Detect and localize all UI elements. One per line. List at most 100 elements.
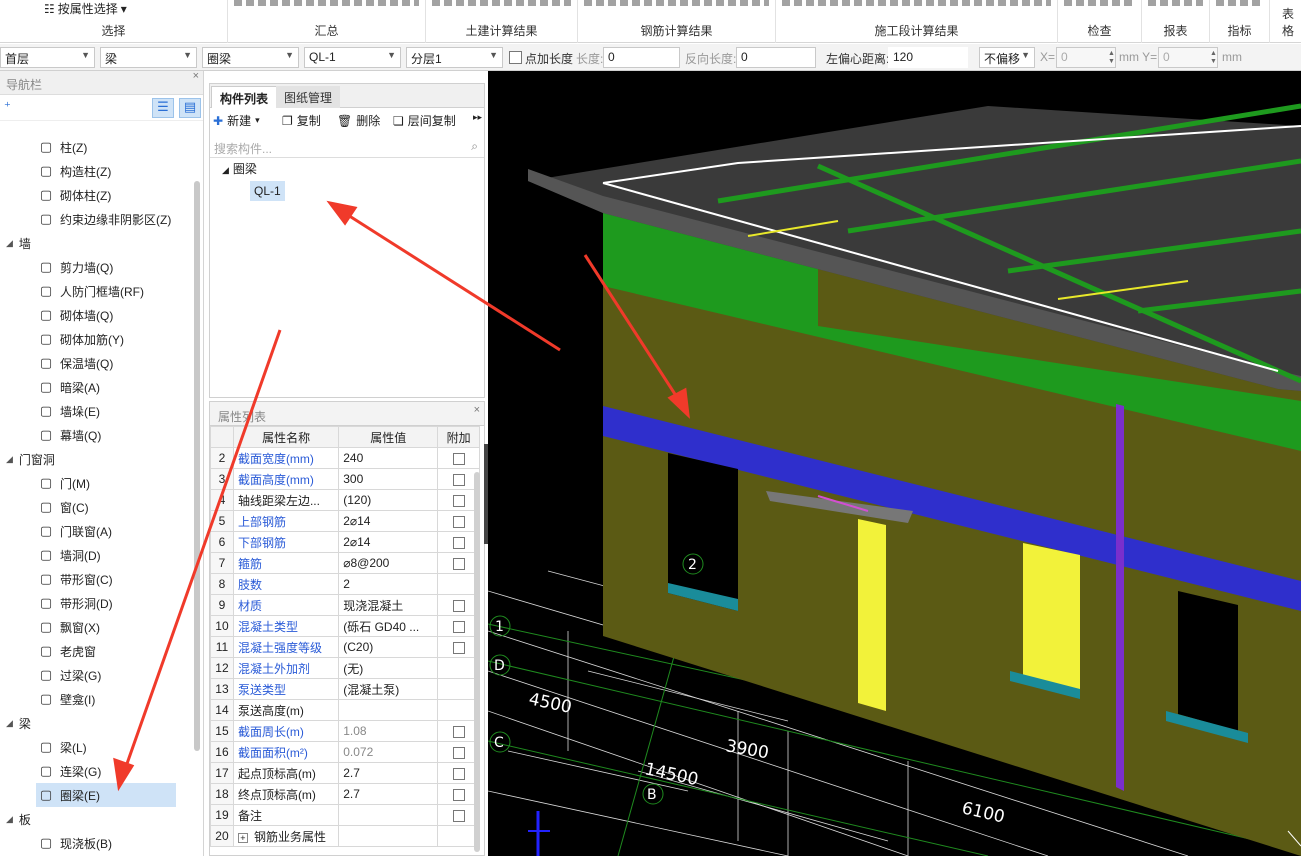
property-row[interactable]: 2 截面宽度(mm) 240 bbox=[210, 447, 480, 469]
property-value[interactable]: (混凝土泵) bbox=[338, 678, 439, 700]
offset-mode-select[interactable]: 不偏移 ▼ bbox=[979, 47, 1035, 68]
left-offset-input[interactable]: 120 bbox=[888, 47, 968, 68]
property-row[interactable]: 7 箍筋 ⌀8@200 bbox=[210, 552, 480, 574]
extra-checkbox[interactable] bbox=[452, 788, 465, 801]
property-row[interactable]: 17 起点顶标高(m) 2.7 bbox=[210, 762, 480, 784]
nav-item[interactable]: ▢ 砌体柱(Z) bbox=[0, 183, 190, 207]
length-input[interactable]: 0 bbox=[603, 47, 680, 68]
building-3d-view[interactable]: 2 1 D C B 4500 3900 14500 6100 bbox=[488, 71, 1301, 856]
property-row[interactable]: 18 终点顶标高(m) 2.7 bbox=[210, 783, 480, 805]
attr-select-button[interactable]: ☷ 按属性选择 ▾ bbox=[44, 0, 127, 17]
ribbon-group-rebar-result[interactable]: 钢筋计算结果 bbox=[578, 0, 776, 43]
delete-button[interactable]: 🗑 删除 bbox=[337, 112, 380, 129]
extra-checkbox[interactable] bbox=[452, 494, 465, 507]
nav-item[interactable]: ▢ 柱(Z) bbox=[0, 135, 190, 159]
nav-item[interactable]: ▢ 暗梁(A) bbox=[0, 375, 190, 399]
property-value[interactable] bbox=[338, 699, 439, 721]
tab-component-list[interactable]: 构件列表 bbox=[211, 86, 278, 108]
y-spinner[interactable]: ▲ ▼ bbox=[1210, 50, 1217, 66]
more-icon[interactable]: ▸▸ bbox=[473, 112, 482, 123]
nav-item[interactable]: ▢ 过梁(G) bbox=[0, 663, 190, 687]
property-value[interactable]: 2.7 bbox=[338, 762, 439, 784]
nav-item[interactable]: ▢ 墙洞(D) bbox=[0, 543, 190, 567]
expand-icon[interactable]: + bbox=[237, 832, 248, 843]
list-view-icon[interactable]: ☰ bbox=[152, 98, 174, 118]
property-row[interactable]: 15 截面周长(m) 1.08 bbox=[210, 720, 480, 742]
property-row[interactable]: 4 轴线距梁左边... (120) bbox=[210, 489, 480, 511]
nav-item[interactable]: ▢ 带形洞(D) bbox=[0, 591, 190, 615]
floor-select[interactable]: 首层 ▼ bbox=[0, 47, 95, 68]
extra-checkbox[interactable] bbox=[452, 515, 465, 528]
nav-item[interactable]: ▢ 墙垛(E) bbox=[0, 399, 190, 423]
property-row[interactable]: 12 混凝土外加剂 (无) bbox=[210, 657, 480, 679]
property-value[interactable]: 2⌀14 bbox=[338, 531, 439, 553]
extra-checkbox[interactable] bbox=[452, 746, 465, 759]
tree-item-ql1[interactable]: QL-1 bbox=[250, 181, 285, 201]
ribbon-group-segment-result[interactable]: 施工段计算结果 bbox=[776, 0, 1058, 43]
nav-item[interactable]: ▢ 梁(L) bbox=[0, 735, 190, 759]
property-value[interactable]: ⌀8@200 bbox=[338, 552, 439, 574]
collapse-icon[interactable]: ◢ bbox=[6, 238, 13, 249]
property-row[interactable]: 16 截面面积(m²) 0.072 bbox=[210, 741, 480, 763]
ribbon-group-check[interactable]: 检查 bbox=[1058, 0, 1142, 43]
reverse-length-input[interactable]: 0 bbox=[736, 47, 816, 68]
property-value[interactable] bbox=[338, 825, 439, 847]
property-value[interactable]: 300 bbox=[338, 468, 439, 490]
property-row[interactable]: 20 + 钢筋业务属性 bbox=[210, 825, 480, 847]
property-value[interactable]: (无) bbox=[338, 657, 439, 679]
component-select[interactable]: QL-1 ▼ bbox=[304, 47, 401, 68]
ribbon-group-summary[interactable]: 汇总 bbox=[228, 0, 426, 43]
property-row[interactable]: 10 混凝土类型 (砾石 GD40 ... bbox=[210, 615, 480, 637]
property-value[interactable]: (砾石 GD40 ... bbox=[338, 615, 439, 637]
property-row[interactable]: 9 材质 现浇混凝土 bbox=[210, 594, 480, 616]
collapse-icon[interactable]: ◢ bbox=[6, 814, 13, 825]
property-row[interactable]: 3 截面高度(mm) 300 bbox=[210, 468, 480, 490]
property-value[interactable]: 2 bbox=[338, 573, 439, 595]
extra-checkbox[interactable] bbox=[452, 473, 465, 486]
nav-item[interactable]: ▢ 约束边缘非阴影区(Z) bbox=[0, 207, 190, 231]
nav-item[interactable]: ▢ 圈梁(E) bbox=[36, 783, 176, 807]
new-button[interactable]: ✚ 新建 ▾ bbox=[213, 112, 260, 129]
property-row[interactable]: 13 泵送类型 (混凝土泵) bbox=[210, 678, 480, 700]
extra-checkbox[interactable] bbox=[452, 641, 465, 654]
property-scrollbar[interactable] bbox=[474, 472, 480, 852]
x-input[interactable]: 0 bbox=[1056, 47, 1116, 68]
property-value[interactable]: 1.08 bbox=[338, 720, 439, 742]
nav-item[interactable]: ▢ 门联窗(A) bbox=[0, 519, 190, 543]
nav-item[interactable]: ▢ 砌体墙(Q) bbox=[0, 303, 190, 327]
property-value[interactable]: 现浇混凝土 bbox=[338, 594, 439, 616]
property-value[interactable]: 2.7 bbox=[338, 783, 439, 805]
nav-item[interactable]: ▢ 窗(C) bbox=[0, 495, 190, 519]
ribbon-group-report[interactable]: 报表 bbox=[1142, 0, 1210, 43]
close-icon[interactable]: × bbox=[474, 404, 480, 416]
copy-button[interactable]: ❐ 复制 bbox=[282, 112, 321, 129]
ribbon-group-table[interactable]: 表格 bbox=[1270, 0, 1301, 43]
detail-view-icon[interactable]: ▤ bbox=[179, 98, 201, 118]
property-value[interactable]: (C20) bbox=[338, 636, 439, 658]
x-spinner[interactable]: ▲ ▼ bbox=[1108, 50, 1115, 66]
nav-scrollbar[interactable] bbox=[194, 181, 200, 751]
nav-item[interactable]: ▢ 老虎窗 bbox=[0, 639, 190, 663]
nav-category[interactable]: ◢ 门窗洞 bbox=[0, 447, 190, 471]
y-input[interactable]: 0 bbox=[1158, 47, 1218, 68]
nav-item[interactable]: ▢ 门(M) bbox=[0, 471, 190, 495]
property-value[interactable] bbox=[338, 804, 439, 826]
extra-checkbox[interactable] bbox=[452, 557, 465, 570]
extra-checkbox[interactable] bbox=[452, 599, 465, 612]
property-row[interactable]: 6 下部钢筋 2⌀14 bbox=[210, 531, 480, 553]
property-row[interactable]: 11 混凝土强度等级 (C20) bbox=[210, 636, 480, 658]
floor-copy-button[interactable]: ❏ 层间复制 bbox=[393, 112, 456, 129]
3d-viewport[interactable]: 2 1 D C B 4500 3900 14500 6100 bbox=[488, 71, 1301, 856]
nav-item[interactable]: ▢ 带形窗(C) bbox=[0, 567, 190, 591]
ribbon-group-index[interactable]: 指标 bbox=[1210, 0, 1270, 43]
subtype-select[interactable]: 圈梁 ▼ bbox=[202, 47, 299, 68]
nav-category[interactable]: ◢ 墙 bbox=[0, 231, 190, 255]
nav-item[interactable]: ▢ 剪力墙(Q) bbox=[0, 255, 190, 279]
point-length-checkbox[interactable] bbox=[509, 51, 522, 64]
extra-checkbox[interactable] bbox=[452, 767, 465, 780]
nav-item[interactable]: ▢ 壁龛(I) bbox=[0, 687, 190, 711]
nav-item[interactable]: ▢ 连梁(G) bbox=[0, 759, 190, 783]
nav-item[interactable]: ▢ 构造柱(Z) bbox=[0, 159, 190, 183]
nav-category[interactable]: ◢ 梁 bbox=[0, 711, 190, 735]
tab-drawing-management[interactable]: 图纸管理 bbox=[276, 86, 341, 108]
